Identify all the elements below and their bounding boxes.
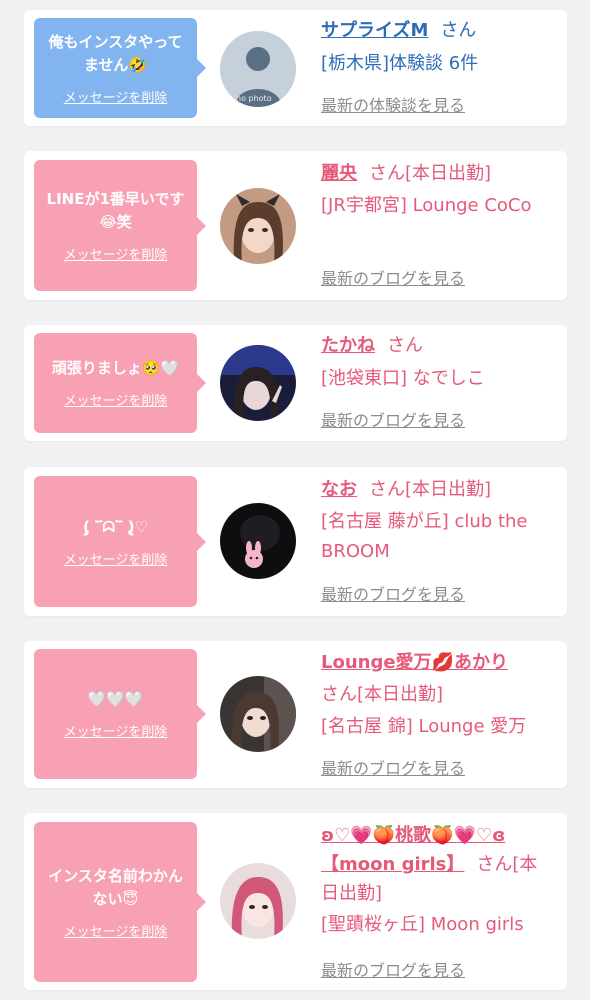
name-suffix: さん bbox=[387, 335, 423, 356]
profile-info: Lounge愛万💋あかり さん[本日出勤] [名古屋 錦] Lounge 愛万 bbox=[321, 648, 553, 742]
message-text: 俺もインスタやってません🤣 bbox=[48, 32, 183, 74]
profile-photo bbox=[220, 345, 296, 421]
message-card: 🤍🤍🤍 メッセージを削除 Lounge愛万💋あかり さん[本日出勤] [名古屋 … bbox=[24, 641, 567, 788]
message-bubble: 頑張りましょ🥺🤍 メッセージを削除 bbox=[34, 333, 206, 433]
message-card: 俺もインスタやってません🤣 メッセージを削除 no photo サプライズM さん… bbox=[24, 10, 567, 126]
name-line: 麗央 さん[本日出勤] bbox=[321, 159, 553, 189]
latest-post-link[interactable]: 最新のブログを見る bbox=[321, 957, 465, 981]
name-line: ʚ♡💗🍑桃歌🍑💗♡ɞ【moon girls】 さん[本日出勤] bbox=[321, 821, 553, 908]
delete-message-link[interactable]: メッセージを削除 bbox=[64, 390, 168, 409]
latest-post-link[interactable]: 最新のブログを見る bbox=[321, 265, 465, 289]
delete-message-link[interactable]: メッセージを削除 bbox=[64, 921, 168, 940]
avatar[interactable] bbox=[220, 863, 296, 939]
name-suffix: さん[本日出勤] bbox=[369, 479, 492, 500]
profile-photo bbox=[220, 863, 296, 939]
profile-photo bbox=[220, 676, 296, 752]
delete-message-link[interactable]: メッセージを削除 bbox=[64, 244, 168, 263]
avatar[interactable] bbox=[220, 676, 296, 752]
latest-post-link[interactable]: 最新のブログを見る bbox=[321, 581, 465, 605]
avatar[interactable] bbox=[220, 503, 296, 579]
profile-name-link[interactable]: なお bbox=[321, 479, 357, 500]
svg-text:no photo: no photo bbox=[236, 94, 272, 103]
latest-post-link[interactable]: 最新の体験談を見る bbox=[321, 92, 465, 116]
avatar[interactable] bbox=[220, 345, 296, 421]
profile-photo bbox=[220, 188, 296, 264]
message-card: 頑張りましょ🥺🤍 メッセージを削除 たかね さん [池袋東口] なでしこ 最新のブ… bbox=[24, 325, 567, 441]
message-text: 頑張りましょ🥺🤍 bbox=[51, 359, 180, 377]
avatar[interactable]: no photo bbox=[220, 31, 296, 107]
avatar[interactable] bbox=[220, 188, 296, 264]
profile-info: ʚ♡💗🍑桃歌🍑💗♡ɞ【moon girls】 さん[本日出勤] [聖蹟桜ヶ丘] M… bbox=[321, 821, 553, 940]
message-text: 🤍🤍🤍 bbox=[87, 690, 144, 708]
message-bubble: インスタ名前わかんない😇 メッセージを削除 bbox=[34, 822, 206, 982]
shop-label: [名古屋 藤が丘] club the BROOM bbox=[321, 511, 528, 562]
message-text: (̨̡ ‾᷄ᗣ‾᷅ )̧̢♡ bbox=[82, 517, 149, 536]
profile-name-link[interactable]: 麗央 bbox=[321, 163, 357, 184]
name-line: なお さん[本日出勤] bbox=[321, 475, 553, 505]
latest-post-link[interactable]: 最新のブログを見る bbox=[321, 755, 465, 779]
profile-info: たかね さん [池袋東口] なでしこ bbox=[321, 331, 553, 394]
message-bubble: 🤍🤍🤍 メッセージを削除 bbox=[34, 649, 206, 779]
profile-info: 麗央 さん[本日出勤] [JR宇都宮] Lounge CoCo bbox=[321, 159, 553, 221]
message-bubble: LINEが1番早いです😂笑 メッセージを削除 bbox=[34, 160, 206, 291]
message-bubble: 俺もインスタやってません🤣 メッセージを削除 bbox=[34, 18, 206, 118]
name-line: たかね さん bbox=[321, 331, 553, 361]
name-line: Lounge愛万💋あかり bbox=[321, 648, 553, 678]
shop-label: [聖蹟桜ヶ丘] Moon girls bbox=[321, 914, 524, 935]
message-text: LINEが1番早いです😂笑 bbox=[46, 190, 185, 231]
name-line: サプライズM さん bbox=[321, 16, 553, 46]
profile-photo bbox=[220, 503, 296, 579]
message-text: インスタ名前わかんない😇 bbox=[48, 866, 183, 908]
message-bubble: (̨̡ ‾᷄ᗣ‾᷅ )̧̢♡ メッセージを削除 bbox=[34, 476, 206, 607]
message-card: LINEが1番早いです😂笑 メッセージを削除 麗央 さん[本日出勤] [JR宇都宮… bbox=[24, 151, 567, 300]
name-suffix: さん bbox=[440, 20, 477, 41]
profile-info: サプライズM さん [栃木県]体験談 6件 bbox=[321, 16, 553, 79]
profile-name-link[interactable]: サプライズM bbox=[321, 20, 428, 41]
shop-label: [栃木県]体験談 6件 bbox=[321, 53, 479, 74]
delete-message-link[interactable]: メッセージを削除 bbox=[64, 87, 168, 106]
delete-message-link[interactable]: メッセージを削除 bbox=[64, 721, 168, 740]
shop-label: [池袋東口] なでしこ bbox=[321, 368, 485, 389]
profile-name-link[interactable]: Lounge愛万💋あかり bbox=[321, 652, 508, 673]
latest-post-link[interactable]: 最新のブログを見る bbox=[321, 407, 465, 431]
name-suffix: さん[本日出勤] bbox=[321, 684, 444, 705]
profile-name-link[interactable]: たかね bbox=[321, 335, 375, 356]
shop-label: [JR宇都宮] Lounge CoCo bbox=[321, 195, 532, 216]
shop-label: [名古屋 錦] Lounge 愛万 bbox=[321, 716, 527, 737]
delete-message-link[interactable]: メッセージを削除 bbox=[64, 549, 168, 568]
name-suffix: さん[本日出勤] bbox=[369, 163, 492, 184]
message-card: インスタ名前わかんない😇 メッセージを削除 ʚ♡💗🍑桃歌🍑💗♡ɞ【moon gi… bbox=[24, 813, 567, 990]
profile-info: なお さん[本日出勤] [名古屋 藤が丘] club the BROOM bbox=[321, 475, 553, 567]
message-card: (̨̡ ‾᷄ᗣ‾᷅ )̧̢♡ メッセージを削除 なお さん[本日出勤] [名古屋 … bbox=[24, 467, 567, 616]
no-photo-icon: no photo bbox=[220, 31, 296, 107]
